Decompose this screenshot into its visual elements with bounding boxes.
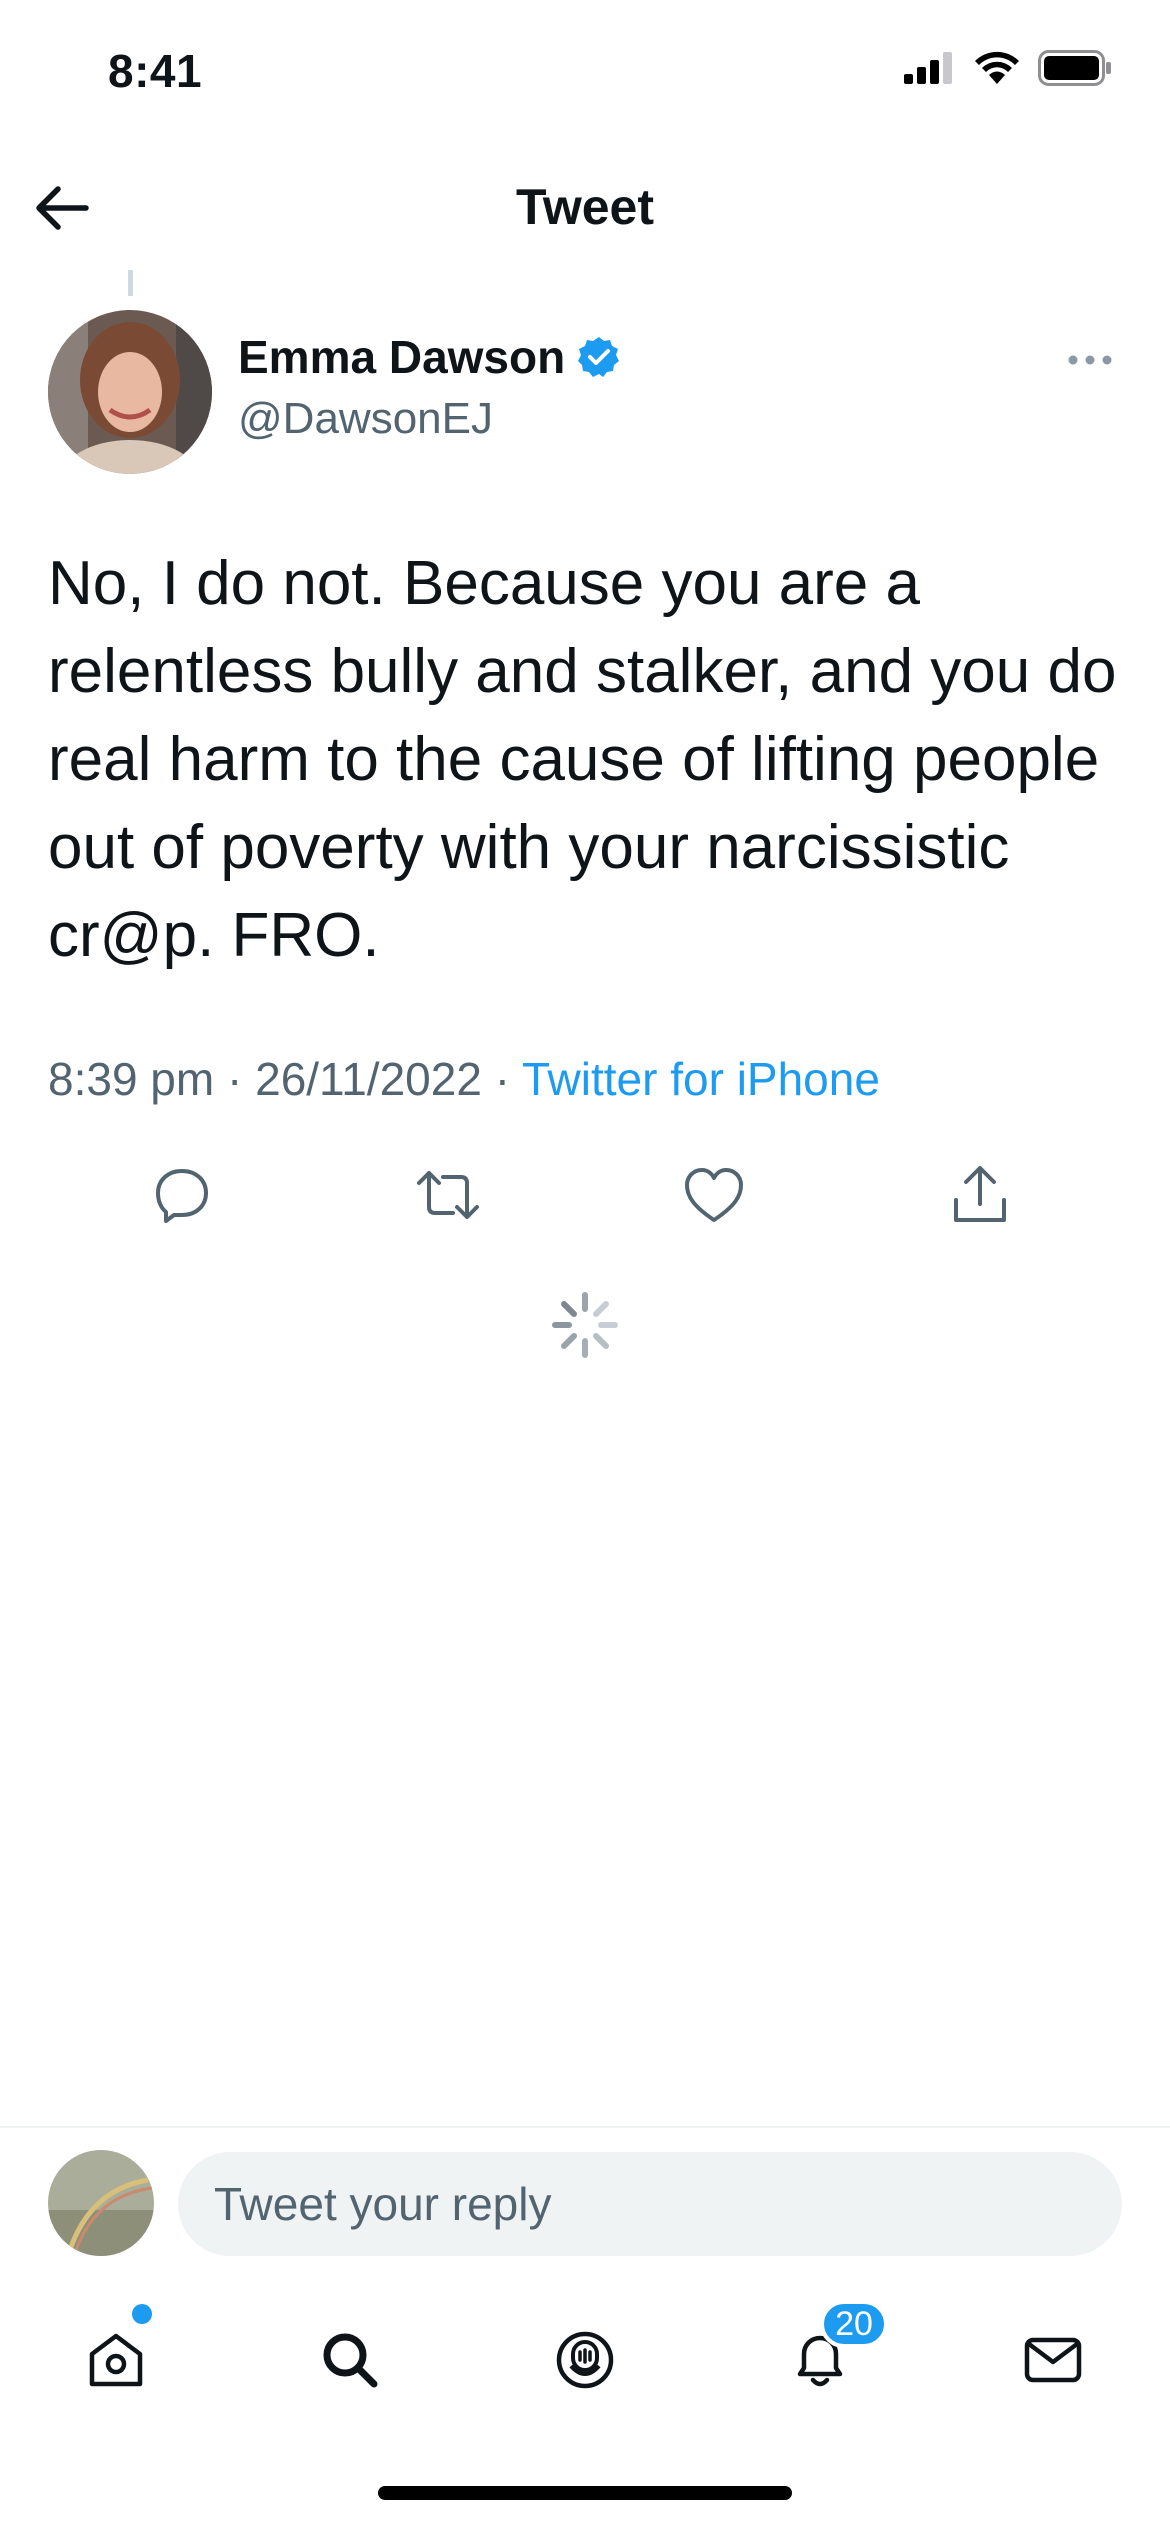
reply-button[interactable] [142,1155,222,1235]
share-icon [954,1166,1006,1222]
more-options-button[interactable] [1060,342,1120,378]
tweet-source-link[interactable]: Twitter for iPhone [522,1053,880,1105]
tab-messages[interactable] [1003,2310,1103,2410]
meta-separator: · [494,1053,511,1105]
tweet-text: No, I do not. Because you are a relentle… [48,549,1117,970]
author-handle[interactable]: @DawsonEJ [238,394,493,444]
home-unread-dot [132,2304,152,2324]
like-icon [685,1168,743,1222]
meta-separator: · [227,1053,243,1105]
wifi-icon [975,51,1019,84]
reply-icon [156,1169,208,1223]
retweet-icon [417,1171,479,1219]
page-title: Tweet [516,179,654,235]
more-dots-icon [1068,355,1112,365]
verified-badge-icon [578,337,620,377]
messages-icon [1024,2337,1082,2383]
tweet-time: 8:39 pm [48,1053,215,1105]
bottom-tab-bar [0,2310,1170,2410]
tab-home[interactable] [66,2310,166,2410]
spaces-icon [556,2331,614,2389]
notifications-badge: 20 [820,2300,888,2348]
author-avatar[interactable] [48,310,212,474]
tweet-metadata: 8:39 pm · 26/11/2022 · Twitter for iPhon… [48,1052,880,1106]
battery-icon [1038,50,1111,86]
like-button[interactable] [674,1155,754,1235]
cellular-signal-icon [904,52,952,84]
status-icons [904,50,1112,86]
home-icon [89,2333,143,2387]
search-icon [323,2333,378,2388]
reply-divider [0,2126,1170,2128]
loading-spinner-icon [552,1292,618,1358]
tweet-actions [0,1155,1170,1235]
author-name[interactable]: Emma Dawson [238,330,621,384]
thread-connector-line [128,270,133,296]
user-avatar[interactable] [48,2150,154,2256]
reply-input[interactable] [178,2152,1122,2256]
author-name-text: Emma Dawson [238,331,566,383]
tab-search[interactable] [300,2310,400,2410]
status-time: 8:41 [108,45,203,97]
tab-spaces[interactable] [535,2310,635,2410]
home-indicator[interactable] [378,2486,792,2500]
tweet-date: 26/11/2022 [255,1053,482,1105]
retweet-button[interactable] [408,1155,488,1235]
share-button[interactable] [940,1155,1020,1235]
